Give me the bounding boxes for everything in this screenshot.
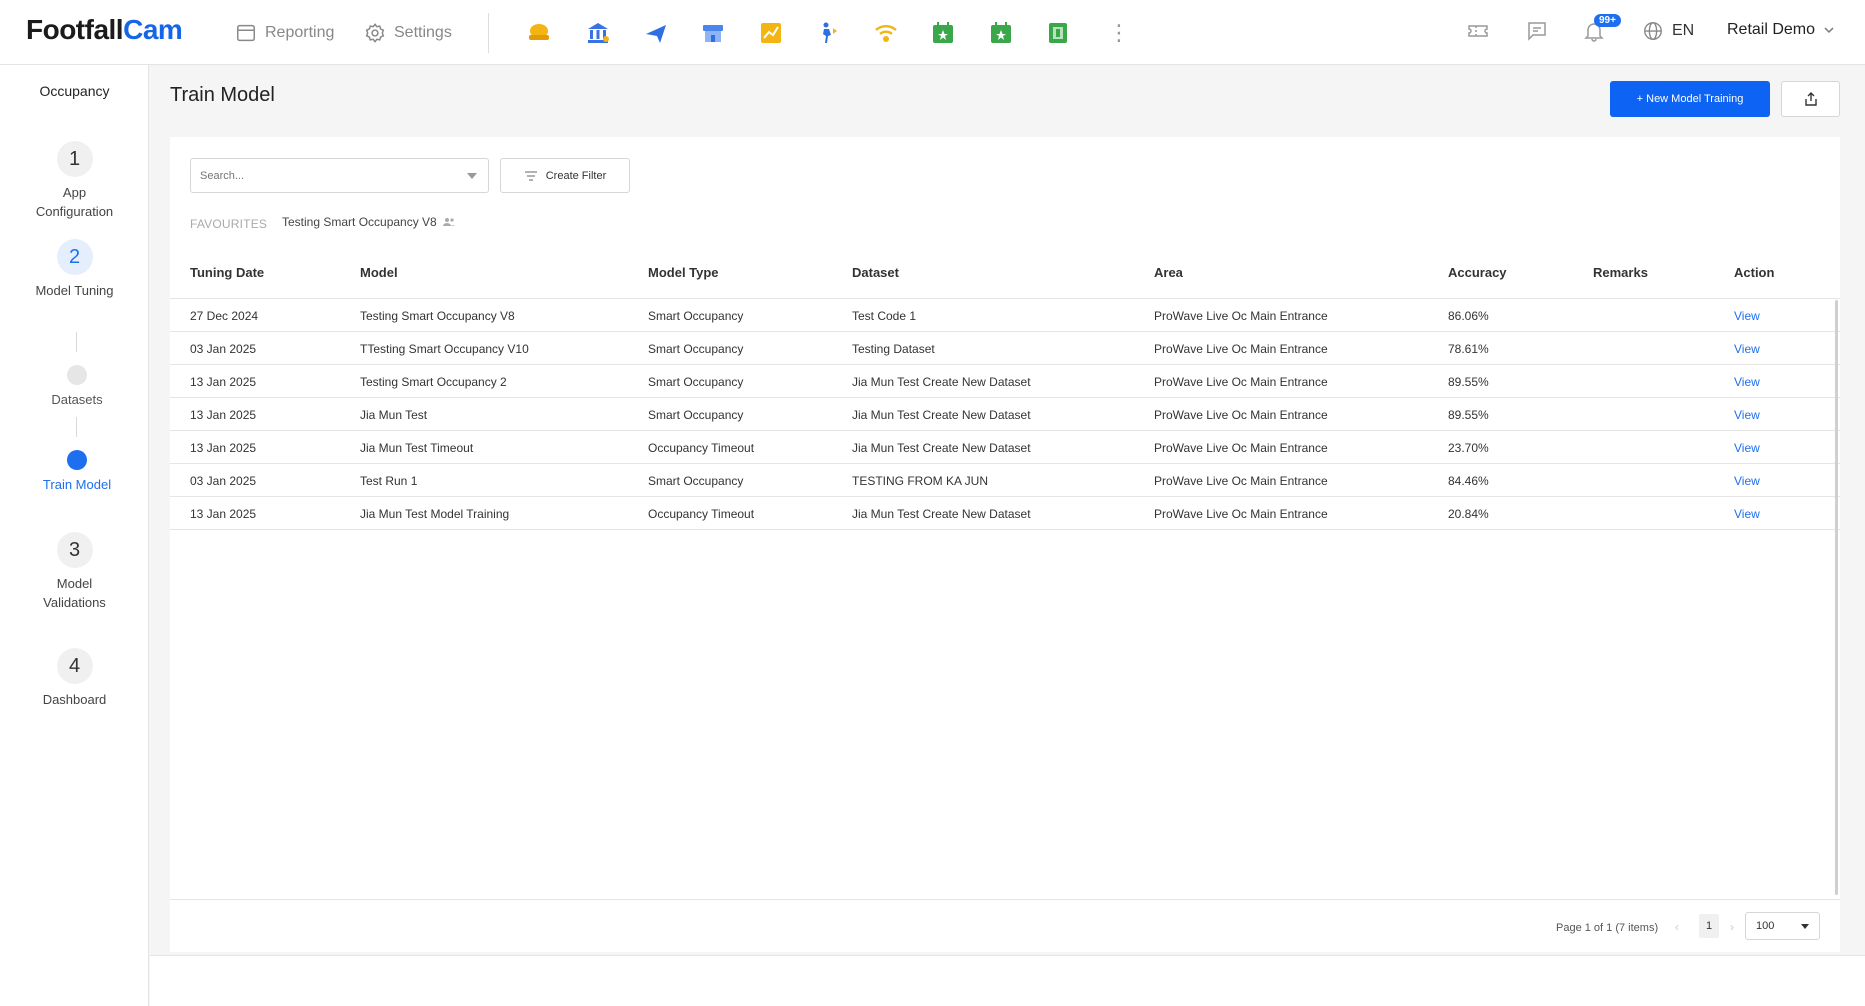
step-connector (76, 332, 77, 352)
substep-datasets[interactable]: Datasets (0, 365, 154, 407)
table-row: 13 Jan 2025 Jia Mun Test Model Training … (170, 497, 1840, 530)
col-tuning-date[interactable]: Tuning Date (190, 265, 264, 280)
table-header (170, 259, 1840, 299)
next-page-button[interactable]: › (1730, 920, 1734, 934)
workflow-sidebar: Occupancy 1 App Configuration 2 Model Tu… (0, 65, 149, 1006)
train-model-panel: Create Filter FAVOURITES Testing Smart O… (170, 137, 1840, 952)
step-app-configuration[interactable]: 1 App Configuration (0, 141, 149, 221)
table-row: 03 Jan 2025 TTesting Smart Occupancy V10… (170, 332, 1840, 365)
more-apps-icon[interactable]: ⋮ (1108, 20, 1130, 46)
top-bar: FootfallCam Reporting Settings ⋮ 99+ EN … (0, 0, 1865, 65)
export-button[interactable] (1781, 81, 1840, 117)
nav-divider (488, 13, 489, 53)
table-scrollbar[interactable] (1835, 300, 1838, 895)
col-model[interactable]: Model (360, 265, 398, 280)
prev-page-button[interactable]: ‹ (1675, 920, 1679, 934)
app-retail-store-icon[interactable] (699, 19, 727, 47)
app-event-calendar-icon[interactable] (929, 19, 957, 47)
col-remarks[interactable]: Remarks (1593, 265, 1648, 280)
table-row: 03 Jan 2025 Test Run 1 Smart Occupancy T… (170, 464, 1840, 497)
substep-train-model[interactable]: Train Model (0, 450, 154, 492)
col-action[interactable]: Action (1734, 265, 1774, 280)
col-area[interactable]: Area (1154, 265, 1183, 280)
view-link[interactable]: View (1734, 474, 1760, 488)
favourites-label: FAVOURITES (190, 217, 268, 231)
app-airport-icon[interactable] (642, 19, 670, 47)
ticket-icon[interactable] (1466, 19, 1492, 45)
page-size-select[interactable]: 100 (1745, 912, 1820, 940)
table-row: 27 Dec 2024 Testing Smart Occupancy V8 S… (170, 299, 1840, 332)
pagination-bar: Page 1 of 1 (7 items) ‹ 1 › 100 (170, 899, 1840, 952)
col-model-type[interactable]: Model Type (648, 265, 719, 280)
page-number-1[interactable]: 1 (1699, 914, 1719, 938)
app-sales-icon[interactable] (1044, 19, 1072, 47)
app-wifi-icon[interactable] (872, 19, 900, 47)
step-dashboard[interactable]: 4 Dashboard (0, 648, 149, 709)
app-occupancy-icon[interactable] (525, 19, 553, 47)
app-bank-icon[interactable] (584, 19, 612, 47)
page-title: Train Model (170, 84, 275, 106)
step-model-validations[interactable]: 3 Model Validations (0, 532, 149, 612)
favourite-item[interactable]: Testing Smart Occupancy V8 (282, 215, 455, 229)
col-accuracy[interactable]: Accuracy (1448, 265, 1507, 280)
nav-settings[interactable]: Settings (364, 22, 452, 44)
view-link[interactable]: View (1734, 441, 1760, 455)
create-filter-button[interactable]: Create Filter (500, 158, 630, 193)
caret-down-icon (1801, 924, 1809, 929)
view-link[interactable]: View (1734, 375, 1760, 389)
table-row: 13 Jan 2025 Jia Mun Test Smart Occupancy… (170, 398, 1840, 431)
view-link[interactable]: View (1734, 342, 1760, 356)
step-model-tuning[interactable]: 2 Model Tuning (0, 239, 149, 300)
table-body: 27 Dec 2024 Testing Smart Occupancy V8 S… (170, 299, 1840, 530)
language-selector[interactable]: EN (1642, 20, 1694, 42)
view-link[interactable]: View (1734, 507, 1760, 521)
nav-reporting[interactable]: Reporting (235, 22, 334, 44)
sidebar-title: Occupancy (39, 83, 110, 99)
share-icon (1804, 92, 1817, 106)
view-link[interactable]: View (1734, 408, 1760, 422)
app-people-flow-icon[interactable] (815, 19, 843, 47)
filter-icon (524, 170, 537, 181)
footfallcam-logo[interactable]: FootfallCam (26, 14, 183, 46)
view-link[interactable]: View (1734, 309, 1760, 323)
chevron-down-icon (1824, 27, 1834, 34)
new-model-training-button[interactable]: + New Model Training (1610, 81, 1770, 117)
app-analytics-icon[interactable] (757, 19, 785, 47)
globe-icon (1644, 22, 1662, 40)
shared-users-icon (442, 218, 455, 226)
chat-icon[interactable] (1525, 19, 1551, 45)
notification-badge: 99+ (1594, 14, 1621, 27)
search-input[interactable] (190, 158, 489, 193)
table-row: 13 Jan 2025 Testing Smart Occupancy 2 Sm… (170, 365, 1840, 398)
chevron-down-icon[interactable] (467, 173, 477, 179)
col-dataset[interactable]: Dataset (852, 265, 899, 280)
app-campaign-calendar-icon[interactable] (987, 19, 1015, 47)
gear-icon (365, 23, 385, 43)
step-connector (76, 417, 77, 437)
calendar-icon (237, 24, 255, 42)
table-row: 13 Jan 2025 Jia Mun Test Timeout Occupan… (170, 431, 1840, 464)
pagination-info: Page 1 of 1 (7 items) (1556, 922, 1659, 934)
bottom-strip (150, 955, 1865, 1006)
account-menu[interactable]: Retail Demo (1727, 21, 1835, 39)
